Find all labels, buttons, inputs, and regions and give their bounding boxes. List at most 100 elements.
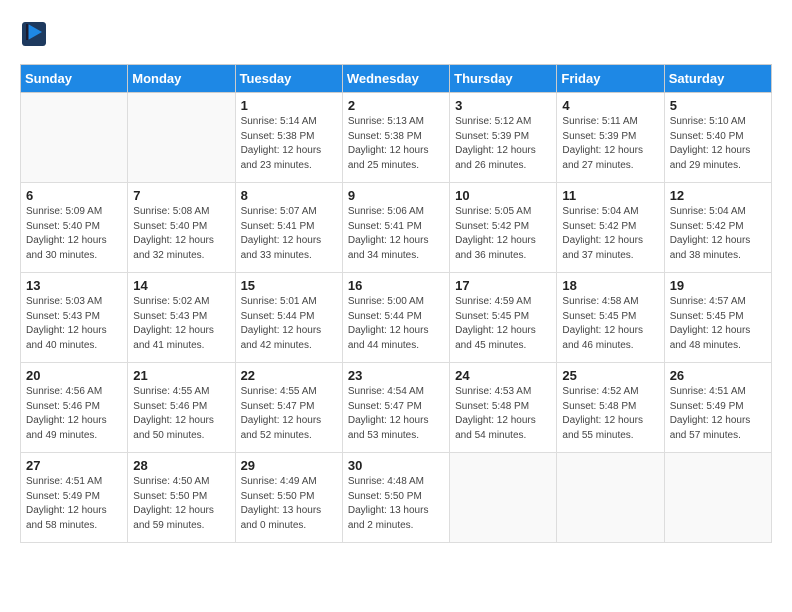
day-number: 24 bbox=[455, 368, 551, 383]
weekday-header-monday: Monday bbox=[128, 65, 235, 93]
calendar-cell: 15 Sunrise: 5:01 AM Sunset: 5:44 PM Dayli… bbox=[235, 273, 342, 363]
calendar-cell: 10 Sunrise: 5:05 AM Sunset: 5:42 PM Dayli… bbox=[450, 183, 557, 273]
day-number: 26 bbox=[670, 368, 766, 383]
day-info: Sunrise: 4:48 AM Sunset: 5:50 PM Dayligh… bbox=[348, 475, 444, 533]
calendar-cell: 29 Sunrise: 4:49 AM Sunset: 5:50 PM Dayli… bbox=[235, 453, 342, 543]
day-number: 22 bbox=[241, 368, 337, 383]
calendar-cell: 8 Sunrise: 5:07 AM Sunset: 5:41 PM Daylig… bbox=[235, 183, 342, 273]
week-row-3: 13 Sunrise: 5:03 AM Sunset: 5:43 PM Dayli… bbox=[21, 273, 772, 363]
day-info: Sunrise: 5:14 AM Sunset: 5:38 PM Dayligh… bbox=[241, 115, 337, 173]
day-number: 19 bbox=[670, 278, 766, 293]
calendar-table: SundayMondayTuesdayWednesdayThursdayFrid… bbox=[20, 64, 772, 543]
day-info: Sunrise: 5:13 AM Sunset: 5:38 PM Dayligh… bbox=[348, 115, 444, 173]
calendar-cell: 12 Sunrise: 5:04 AM Sunset: 5:42 PM Dayli… bbox=[664, 183, 771, 273]
calendar-cell bbox=[664, 453, 771, 543]
calendar-cell: 28Sunrise: 4:50 AM Sunset: 5:50 PM Dayli… bbox=[128, 453, 235, 543]
day-number: 21 bbox=[133, 368, 229, 383]
day-info: Sunrise: 4:53 AM Sunset: 5:48 PM Dayligh… bbox=[455, 385, 551, 443]
day-info: Sunrise: 4:57 AM Sunset: 5:45 PM Dayligh… bbox=[670, 295, 766, 353]
week-row-2: 6 Sunrise: 5:09 AM Sunset: 5:40 PM Daylig… bbox=[21, 183, 772, 273]
day-info: Sunrise: 5:02 AM Sunset: 5:43 PM Dayligh… bbox=[133, 295, 229, 353]
calendar-cell: 30 Sunrise: 4:48 AM Sunset: 5:50 PM Dayli… bbox=[342, 453, 449, 543]
day-number: 25 bbox=[562, 368, 658, 383]
weekday-header-wednesday: Wednesday bbox=[342, 65, 449, 93]
day-info: Sunrise: 4:55 AM Sunset: 5:46 PM Dayligh… bbox=[133, 385, 229, 443]
day-number: 10 bbox=[455, 188, 551, 203]
week-row-5: 27 Sunrise: 4:51 AM Sunset: 5:49 PM Dayli… bbox=[21, 453, 772, 543]
weekday-header-sunday: Sunday bbox=[21, 65, 128, 93]
day-number: 1 bbox=[241, 98, 337, 113]
day-number: 2 bbox=[348, 98, 444, 113]
day-number: 15 bbox=[241, 278, 337, 293]
day-info: Sunrise: 5:05 AM Sunset: 5:42 PM Dayligh… bbox=[455, 205, 551, 263]
day-info: Sunrise: 5:08 AM Sunset: 5:40 PM Dayligh… bbox=[133, 205, 229, 263]
calendar-cell: 7 Sunrise: 5:08 AM Sunset: 5:40 PM Daylig… bbox=[128, 183, 235, 273]
weekday-header-saturday: Saturday bbox=[664, 65, 771, 93]
day-number: 13 bbox=[26, 278, 122, 293]
calendar-cell: 9Sunrise: 5:06 AM Sunset: 5:41 PM Daylig… bbox=[342, 183, 449, 273]
calendar-cell: 22 Sunrise: 4:55 AM Sunset: 5:47 PM Dayli… bbox=[235, 363, 342, 453]
day-info: Sunrise: 4:49 AM Sunset: 5:50 PM Dayligh… bbox=[241, 475, 337, 533]
day-number: 16 bbox=[348, 278, 444, 293]
day-info: Sunrise: 4:55 AM Sunset: 5:47 PM Dayligh… bbox=[241, 385, 337, 443]
day-number: 7 bbox=[133, 188, 229, 203]
weekday-header-row: SundayMondayTuesdayWednesdayThursdayFrid… bbox=[21, 65, 772, 93]
calendar-cell: 20 Sunrise: 4:56 AM Sunset: 5:46 PM Dayli… bbox=[21, 363, 128, 453]
calendar-cell bbox=[21, 93, 128, 183]
weekday-header-tuesday: Tuesday bbox=[235, 65, 342, 93]
header bbox=[20, 20, 772, 48]
calendar-cell: 19 Sunrise: 4:57 AM Sunset: 5:45 PM Dayli… bbox=[664, 273, 771, 363]
day-info: Sunrise: 4:51 AM Sunset: 5:49 PM Dayligh… bbox=[670, 385, 766, 443]
day-info: Sunrise: 4:56 AM Sunset: 5:46 PM Dayligh… bbox=[26, 385, 122, 443]
calendar-cell: 2 Sunrise: 5:13 AM Sunset: 5:38 PM Daylig… bbox=[342, 93, 449, 183]
calendar-cell: 17Sunrise: 4:59 AM Sunset: 5:45 PM Dayli… bbox=[450, 273, 557, 363]
calendar-cell: 6 Sunrise: 5:09 AM Sunset: 5:40 PM Daylig… bbox=[21, 183, 128, 273]
day-info: Sunrise: 5:07 AM Sunset: 5:41 PM Dayligh… bbox=[241, 205, 337, 263]
calendar-cell: 23Sunrise: 4:54 AM Sunset: 5:47 PM Dayli… bbox=[342, 363, 449, 453]
day-number: 14 bbox=[133, 278, 229, 293]
calendar-cell: 18Sunrise: 4:58 AM Sunset: 5:45 PM Dayli… bbox=[557, 273, 664, 363]
calendar-cell bbox=[557, 453, 664, 543]
logo-icon bbox=[20, 20, 48, 48]
day-number: 3 bbox=[455, 98, 551, 113]
calendar-cell: 5 Sunrise: 5:10 AM Sunset: 5:40 PM Daylig… bbox=[664, 93, 771, 183]
calendar-cell: 11Sunrise: 5:04 AM Sunset: 5:42 PM Dayli… bbox=[557, 183, 664, 273]
day-number: 30 bbox=[348, 458, 444, 473]
day-number: 4 bbox=[562, 98, 658, 113]
calendar-cell: 16Sunrise: 5:00 AM Sunset: 5:44 PM Dayli… bbox=[342, 273, 449, 363]
day-number: 8 bbox=[241, 188, 337, 203]
weekday-header-thursday: Thursday bbox=[450, 65, 557, 93]
day-number: 27 bbox=[26, 458, 122, 473]
calendar-cell: 1 Sunrise: 5:14 AM Sunset: 5:38 PM Daylig… bbox=[235, 93, 342, 183]
day-info: Sunrise: 5:09 AM Sunset: 5:40 PM Dayligh… bbox=[26, 205, 122, 263]
calendar-cell: 4 Sunrise: 5:11 AM Sunset: 5:39 PM Daylig… bbox=[557, 93, 664, 183]
day-info: Sunrise: 4:50 AM Sunset: 5:50 PM Dayligh… bbox=[133, 475, 229, 533]
day-info: Sunrise: 5:10 AM Sunset: 5:40 PM Dayligh… bbox=[670, 115, 766, 173]
day-number: 11 bbox=[562, 188, 658, 203]
calendar-cell: 25Sunrise: 4:52 AM Sunset: 5:48 PM Dayli… bbox=[557, 363, 664, 453]
calendar-cell: 3 Sunrise: 5:12 AM Sunset: 5:39 PM Daylig… bbox=[450, 93, 557, 183]
day-info: Sunrise: 5:01 AM Sunset: 5:44 PM Dayligh… bbox=[241, 295, 337, 353]
day-info: Sunrise: 5:04 AM Sunset: 5:42 PM Dayligh… bbox=[670, 205, 766, 263]
day-number: 12 bbox=[670, 188, 766, 203]
day-number: 18 bbox=[562, 278, 658, 293]
weekday-header-friday: Friday bbox=[557, 65, 664, 93]
day-number: 5 bbox=[670, 98, 766, 113]
calendar-cell: 21 Sunrise: 4:55 AM Sunset: 5:46 PM Dayli… bbox=[128, 363, 235, 453]
calendar-cell: 13 Sunrise: 5:03 AM Sunset: 5:43 PM Dayli… bbox=[21, 273, 128, 363]
calendar-cell: 24 Sunrise: 4:53 AM Sunset: 5:48 PM Dayli… bbox=[450, 363, 557, 453]
calendar-cell bbox=[128, 93, 235, 183]
calendar-cell: 14 Sunrise: 5:02 AM Sunset: 5:43 PM Dayli… bbox=[128, 273, 235, 363]
logo bbox=[20, 20, 52, 48]
day-info: Sunrise: 5:03 AM Sunset: 5:43 PM Dayligh… bbox=[26, 295, 122, 353]
day-number: 29 bbox=[241, 458, 337, 473]
day-info: Sunrise: 5:11 AM Sunset: 5:39 PM Dayligh… bbox=[562, 115, 658, 173]
day-number: 6 bbox=[26, 188, 122, 203]
calendar-cell: 26 Sunrise: 4:51 AM Sunset: 5:49 PM Dayli… bbox=[664, 363, 771, 453]
week-row-1: 1 Sunrise: 5:14 AM Sunset: 5:38 PM Daylig… bbox=[21, 93, 772, 183]
day-info: Sunrise: 4:51 AM Sunset: 5:49 PM Dayligh… bbox=[26, 475, 122, 533]
day-number: 20 bbox=[26, 368, 122, 383]
day-info: Sunrise: 5:06 AM Sunset: 5:41 PM Dayligh… bbox=[348, 205, 444, 263]
day-info: Sunrise: 4:54 AM Sunset: 5:47 PM Dayligh… bbox=[348, 385, 444, 443]
day-info: Sunrise: 5:12 AM Sunset: 5:39 PM Dayligh… bbox=[455, 115, 551, 173]
